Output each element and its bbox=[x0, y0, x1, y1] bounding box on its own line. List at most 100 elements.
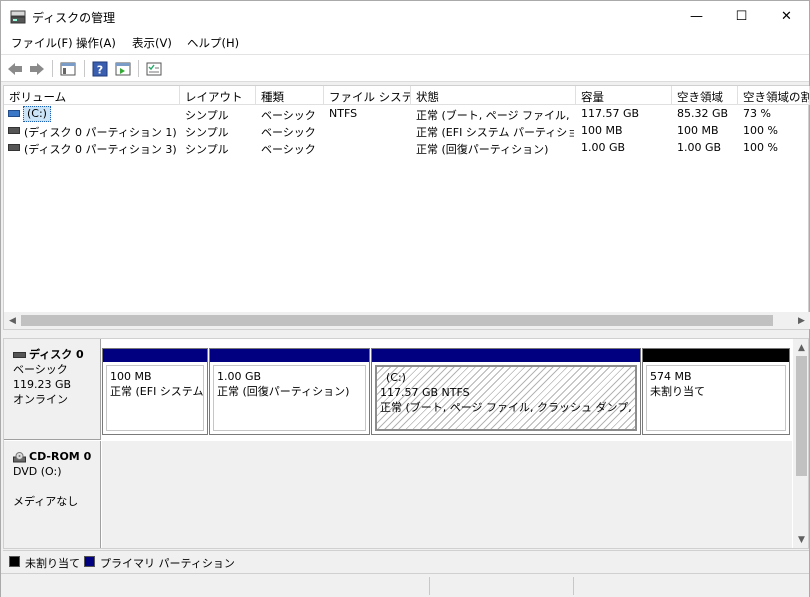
partition-size: 117.57 GB NTFS bbox=[380, 386, 470, 399]
status-separator bbox=[429, 577, 430, 595]
partition-recovery[interactable]: 1.00 GB 正常 (回復パーティション) bbox=[209, 348, 370, 435]
disk-0-name: ディスク 0 bbox=[29, 348, 84, 361]
cell-status: 正常 (EFI システム パーティション) bbox=[416, 126, 574, 139]
cdrom-empty-area bbox=[102, 441, 792, 548]
svg-text:?: ? bbox=[97, 63, 103, 76]
properties-icon bbox=[146, 62, 162, 75]
horizontal-scrollbar[interactable]: ◀ ▶ bbox=[4, 312, 810, 329]
cdrom-0-name: CD-ROM 0 bbox=[29, 450, 92, 463]
menu-help[interactable]: ヘルプ(H) bbox=[187, 35, 239, 51]
volume-list[interactable]: ボリューム レイアウト 種類 ファイル システム 状態 容量 空き領域 空き領域… bbox=[3, 85, 810, 330]
cell-layout: シンプル bbox=[185, 143, 229, 156]
cell-volume: (ディスク 0 パーティション 3) bbox=[24, 143, 177, 156]
console-tree-button[interactable] bbox=[58, 59, 78, 78]
legend-unallocated-swatch bbox=[9, 556, 20, 567]
disk-0-type: ベーシック bbox=[13, 363, 68, 376]
disk-0-label[interactable]: ディスク 0 ベーシック 119.23 GB オンライン bbox=[4, 339, 101, 440]
properties-button[interactable] bbox=[144, 59, 164, 78]
column-volume[interactable]: ボリューム bbox=[4, 86, 180, 105]
cdrom-0-type: DVD (O:) bbox=[13, 465, 62, 478]
column-free[interactable]: 空き領域 bbox=[672, 86, 738, 105]
cell-status: 正常 (回復パーティション) bbox=[416, 143, 549, 156]
disk-graphical-view: ディスク 0 ベーシック 119.23 GB オンライン 100 MB 正常 (… bbox=[3, 338, 809, 549]
cell-type: ベーシック bbox=[261, 109, 316, 122]
scroll-left-icon: ◀ bbox=[9, 315, 16, 326]
scroll-up-button[interactable]: ▲ bbox=[793, 339, 808, 356]
scroll-down-button[interactable]: ▼ bbox=[793, 531, 808, 548]
partition-unallocated[interactable]: 574 MB 未割り当て bbox=[642, 348, 790, 435]
maximize-icon: ☐ bbox=[735, 9, 748, 24]
action-pane-button[interactable] bbox=[113, 59, 133, 78]
partition-bar bbox=[372, 349, 640, 362]
menu-action[interactable]: 操作(A) bbox=[76, 35, 116, 51]
partition-body: 1.00 GB 正常 (回復パーティション) bbox=[213, 365, 366, 431]
minimize-icon: — bbox=[690, 9, 703, 24]
selected-volume-label: (C:) bbox=[23, 106, 51, 122]
menu-view[interactable]: 表示(V) bbox=[132, 35, 172, 51]
partition-status: 正常 (回復パーティション) bbox=[217, 385, 350, 398]
partition-size: 100 MB bbox=[110, 370, 152, 383]
volume-icon bbox=[8, 110, 20, 117]
cell-free-percent: 100 % bbox=[743, 124, 778, 137]
partition-c[interactable]: (C:) 117.57 GB NTFS 正常 (ブート, ページ ファイル, ク… bbox=[371, 348, 641, 435]
column-type[interactable]: 種類 bbox=[256, 86, 324, 105]
volume-icon bbox=[8, 144, 20, 151]
forward-arrow-icon bbox=[30, 62, 44, 75]
disk-management-icon bbox=[10, 10, 26, 24]
table-row[interactable]: (ディスク 0 パーティション 3) シンプル ベーシック 正常 (回復パーティ… bbox=[4, 140, 810, 157]
legend-unallocated-label: 未割り当て bbox=[25, 557, 80, 570]
legend: 未割り当て プライマリ パーティション bbox=[3, 550, 809, 571]
close-button[interactable]: ✕ bbox=[764, 1, 809, 32]
cell-free: 100 MB bbox=[677, 124, 719, 137]
table-row[interactable]: (ディスク 0 パーティション 1) シンプル ベーシック 正常 (EFI シス… bbox=[4, 123, 810, 140]
cell-free: 85.32 GB bbox=[677, 107, 729, 120]
cdrom-0-state: メディアなし bbox=[13, 495, 79, 508]
window-title: ディスクの管理 bbox=[32, 11, 116, 25]
cell-layout: シンプル bbox=[185, 109, 229, 122]
table-row[interactable]: (C:) シンプル ベーシック NTFS 正常 (ブート, ページ ファイル, … bbox=[4, 106, 810, 123]
cell-layout: シンプル bbox=[185, 126, 229, 139]
status-bar bbox=[1, 573, 809, 597]
close-icon: ✕ bbox=[781, 9, 792, 24]
partition-bar bbox=[643, 349, 789, 362]
cdrom-icon bbox=[13, 451, 26, 462]
column-status[interactable]: 状態 bbox=[411, 86, 576, 105]
horizontal-scroll-thumb[interactable] bbox=[21, 315, 773, 326]
partition-status: 未割り当て bbox=[650, 385, 705, 398]
maximize-button[interactable]: ☐ bbox=[719, 1, 764, 32]
column-layout[interactable]: レイアウト bbox=[180, 86, 256, 105]
column-free-percent[interactable]: 空き領域の割 bbox=[738, 86, 810, 105]
partition-body: 100 MB 正常 (EFI システム , bbox=[106, 365, 204, 431]
cell-free-percent: 73 % bbox=[743, 107, 771, 120]
scroll-up-icon: ▲ bbox=[798, 342, 805, 353]
legend-primary-swatch bbox=[84, 556, 95, 567]
column-filesystem[interactable]: ファイル システム bbox=[324, 86, 411, 105]
cell-fs: NTFS bbox=[329, 107, 358, 120]
partition-body-selected: (C:) 117.57 GB NTFS 正常 (ブート, ページ ファイル, ク… bbox=[375, 365, 637, 431]
partition-body: 574 MB 未割り当て bbox=[646, 365, 786, 431]
partition-efi[interactable]: 100 MB 正常 (EFI システム , bbox=[102, 348, 208, 435]
vertical-scroll-thumb[interactable] bbox=[796, 356, 807, 476]
help-button[interactable]: ? bbox=[90, 59, 110, 78]
scroll-left-button[interactable]: ◀ bbox=[4, 312, 21, 329]
cell-free-percent: 100 % bbox=[743, 141, 778, 154]
column-capacity[interactable]: 容量 bbox=[576, 86, 672, 105]
cell-type: ベーシック bbox=[261, 143, 316, 156]
vertical-scrollbar[interactable]: ▲ ▼ bbox=[793, 339, 808, 548]
cell-status: 正常 (ブート, ページ ファイル, ク... bbox=[416, 109, 574, 122]
cell-capacity: 1.00 GB bbox=[581, 141, 626, 154]
minimize-button[interactable]: — bbox=[674, 1, 719, 32]
partition-bar bbox=[103, 349, 207, 362]
menu-file[interactable]: ファイル(F) bbox=[11, 35, 73, 51]
cdrom-0-label[interactable]: CD-ROM 0 DVD (O:) メディアなし bbox=[4, 441, 101, 548]
toolbar-separator bbox=[52, 60, 53, 77]
disk-0-state: オンライン bbox=[13, 393, 68, 406]
title-bar[interactable]: ディスクの管理 — ☐ ✕ bbox=[1, 1, 809, 32]
partition-size: 1.00 GB bbox=[217, 370, 262, 383]
scroll-right-button[interactable]: ▶ bbox=[793, 312, 810, 329]
forward-button[interactable] bbox=[27, 59, 47, 78]
back-button[interactable] bbox=[5, 59, 25, 78]
partition-label: (C:) bbox=[386, 371, 406, 384]
menu-bar: ファイル(F) 操作(A) 表示(V) ヘルプ(H) bbox=[1, 32, 809, 54]
disk-icon bbox=[13, 352, 26, 358]
